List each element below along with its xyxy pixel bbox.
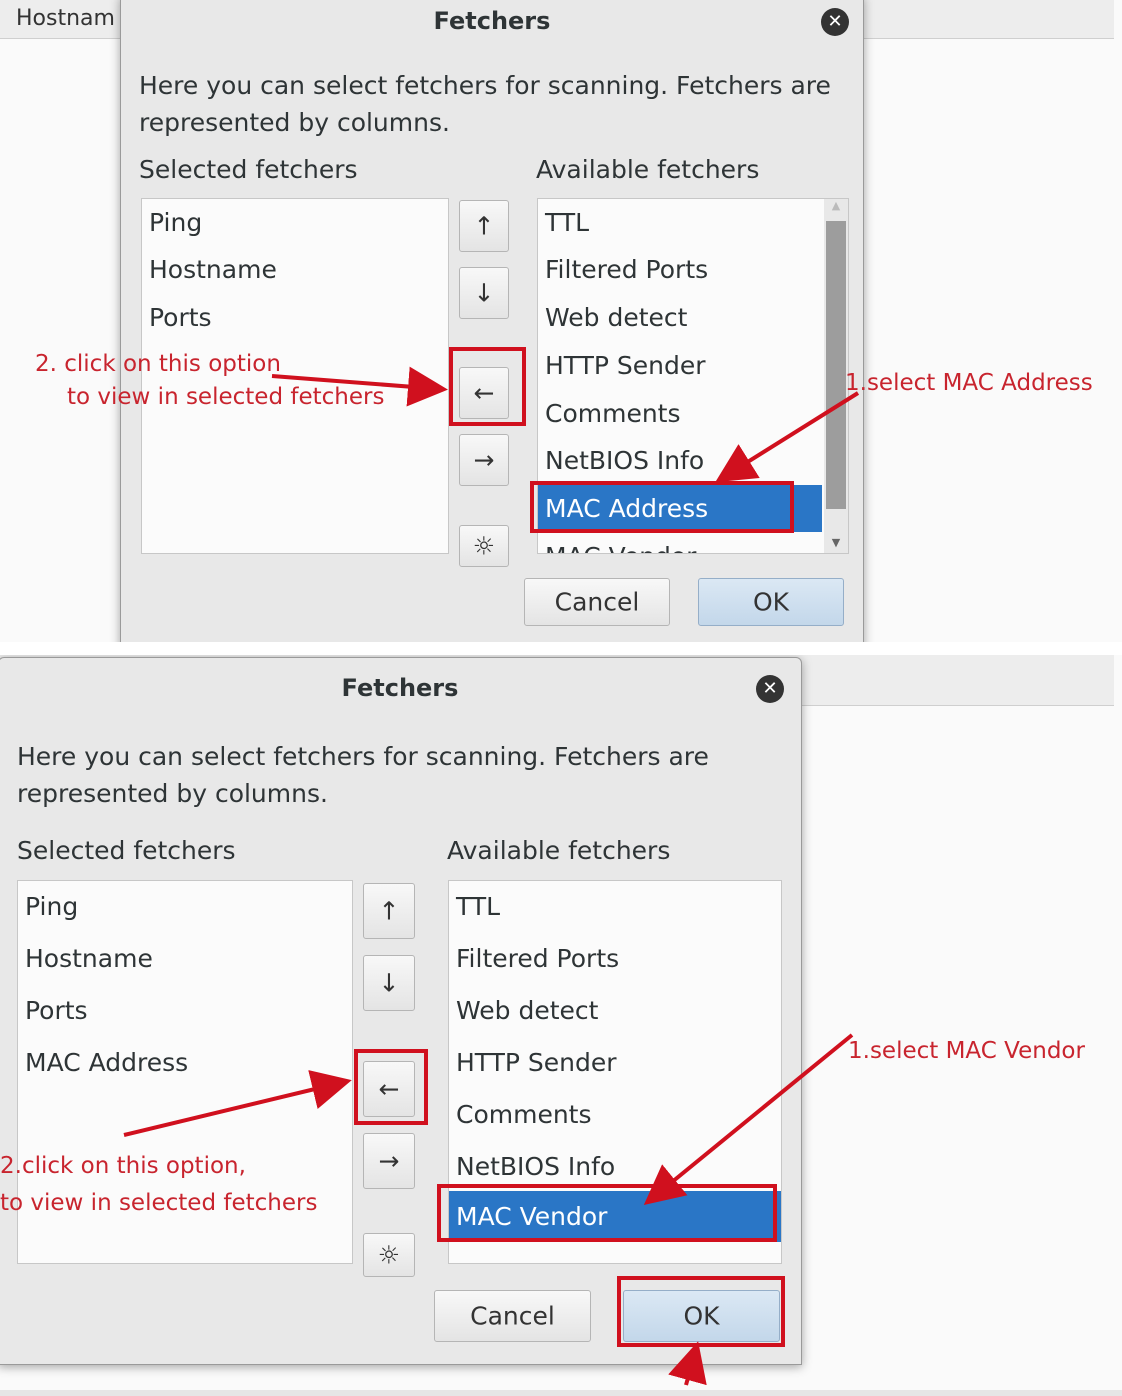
annotation-arrows-panel-2 bbox=[123, 1033, 854, 1386]
arrow-to-add-button bbox=[123, 1070, 352, 1137]
arrow-to-mac-vendor bbox=[643, 1033, 854, 1206]
arrow-to-ok-button bbox=[668, 1341, 707, 1386]
screenshot-panel-1: Hostnam Fetchers ✕ Here you can select f… bbox=[0, 0, 1122, 642]
annotation-arrows-panel-1 bbox=[271, 366, 860, 483]
arrow-to-mac-address bbox=[715, 391, 860, 483]
arrow-to-add-button bbox=[271, 366, 448, 407]
screenshot-panel-2: Fetchers ✕ Here you can select fetchers … bbox=[0, 655, 1122, 1396]
